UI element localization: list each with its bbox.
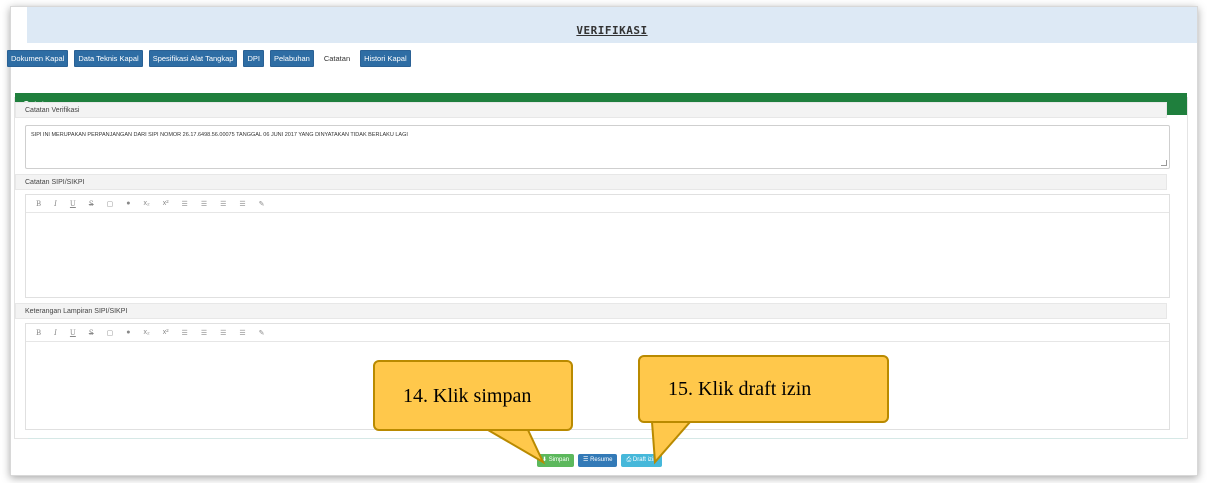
tab-catatan[interactable]: Catatan: [319, 50, 355, 67]
catatan-sipi-editor[interactable]: B I U S ▢ ● x₂ x² ☰ ☰ ☰ ☰ ✎: [25, 194, 1170, 298]
indent-icon[interactable]: ☰: [201, 329, 207, 337]
keterangan-lampiran-label: Keterangan Lampiran SIPI/SIKPI: [15, 303, 1167, 319]
underline-icon[interactable]: U: [70, 329, 76, 337]
ordered-list-icon[interactable]: ☰: [220, 329, 226, 337]
code-icon[interactable]: ▢: [107, 200, 114, 208]
bullet-list-icon[interactable]: ☰: [239, 200, 245, 208]
catatan-verifikasi-text: SIPI INI MERUPAKAN PERPANJANGAN DARI SIP…: [31, 132, 408, 138]
tab-histori-kapal[interactable]: Histori Kapal: [360, 50, 411, 67]
superscript-icon[interactable]: x²: [163, 200, 169, 207]
strikethrough-icon[interactable]: S: [89, 200, 94, 208]
action-buttons: ⬇ Simpan ☰ Resume ⎙ Draft izin: [537, 454, 662, 467]
draft-izin-button[interactable]: ⎙ Draft izin: [621, 454, 662, 467]
save-icon: ⬇: [542, 457, 549, 463]
ordered-list-icon[interactable]: ☰: [220, 200, 226, 208]
code-icon[interactable]: ▢: [107, 329, 114, 337]
clear-format-icon[interactable]: ✎: [259, 329, 265, 337]
bullet-list-icon[interactable]: ☰: [239, 329, 245, 337]
resume-button[interactable]: ☰ Resume: [578, 454, 618, 467]
italic-icon[interactable]: I: [54, 329, 57, 337]
superscript-icon[interactable]: x²: [163, 329, 169, 336]
tab-dokumen-kapal[interactable]: Dokumen Kapal: [7, 50, 69, 67]
catatan-verifikasi-textarea[interactable]: SIPI INI MERUPAKAN PERPANJANGAN DARI SIP…: [25, 125, 1170, 169]
tab-spesifikasi-alat-tangkap[interactable]: Spesifikasi Alat Tangkap: [148, 50, 238, 67]
footer-divider: [28, 438, 1183, 439]
callout-simpan: 14. Klik simpan: [373, 360, 573, 431]
simpan-button[interactable]: ⬇ Simpan: [537, 454, 575, 467]
subscript-icon[interactable]: x₂: [143, 329, 149, 336]
bold-icon[interactable]: B: [36, 200, 41, 208]
editor-toolbar: B I U S ▢ ● x₂ x² ☰ ☰ ☰ ☰ ✎: [26, 324, 1169, 342]
underline-icon[interactable]: U: [70, 200, 76, 208]
outdent-icon[interactable]: ☰: [182, 329, 188, 337]
keterangan-lampiran-editor[interactable]: B I U S ▢ ● x₂ x² ☰ ☰ ☰ ☰ ✎: [25, 323, 1170, 430]
callout-draft: 15. Klik draft izin: [638, 355, 889, 423]
indent-icon[interactable]: ☰: [201, 200, 207, 208]
color-icon[interactable]: ●: [126, 329, 130, 336]
clear-format-icon[interactable]: ✎: [259, 200, 265, 208]
tab-pelabuhan[interactable]: Pelabuhan: [269, 50, 314, 67]
color-icon[interactable]: ●: [126, 200, 130, 207]
bold-icon[interactable]: B: [36, 329, 41, 337]
strikethrough-icon[interactable]: S: [89, 329, 94, 337]
callout-draft-text: 15. Klik draft izin: [668, 378, 812, 400]
page-header: VERIFIKASI: [27, 7, 1197, 43]
tab-dpi[interactable]: DPI: [243, 50, 264, 67]
catatan-sipi-label: Catatan SIPI/SIKPI: [15, 174, 1167, 190]
subscript-icon[interactable]: x₂: [143, 200, 149, 207]
outdent-icon[interactable]: ☰: [182, 200, 188, 208]
italic-icon[interactable]: I: [54, 200, 57, 208]
tab-data-teknis-kapal[interactable]: Data Teknis Kapal: [74, 50, 143, 67]
catatan-verifikasi-label: Catatan Verifikasi: [15, 102, 1167, 118]
callout-simpan-text: 14. Klik simpan: [403, 385, 532, 407]
page-title: VERIFIKASI: [576, 24, 648, 37]
resize-grip-icon[interactable]: [1161, 160, 1167, 166]
editor-toolbar: B I U S ▢ ● x₂ x² ☰ ☰ ☰ ☰ ✎: [26, 195, 1169, 213]
tab-bar: Dokumen Kapal Data Teknis Kapal Spesifik…: [7, 50, 411, 67]
